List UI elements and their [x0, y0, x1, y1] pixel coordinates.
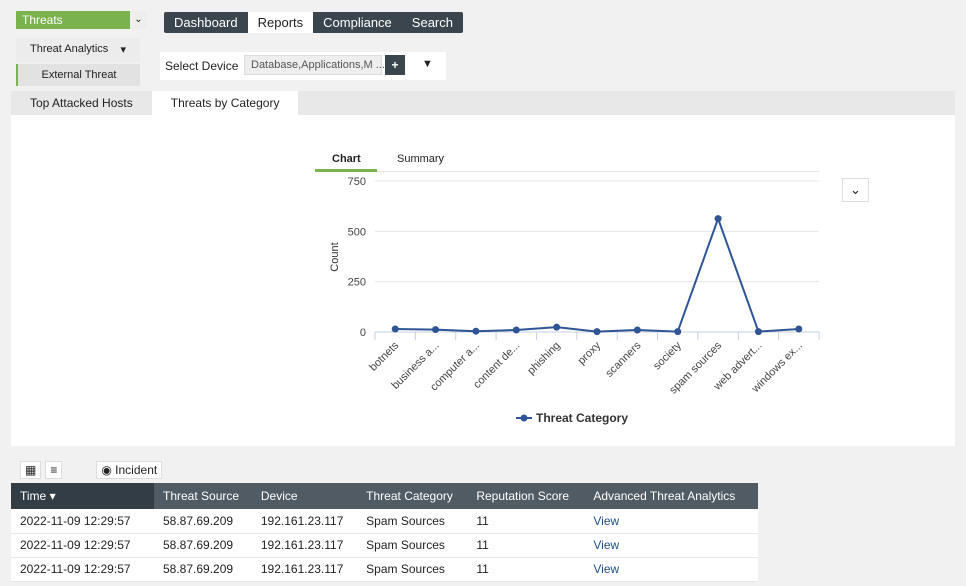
view-link[interactable]: View	[593, 538, 619, 552]
table-cell: Spam Sources	[357, 533, 468, 558]
table-toolbar: ▦ ≡ ◉ Incident	[20, 461, 163, 479]
data-point	[593, 328, 601, 336]
view-link[interactable]: View	[593, 514, 619, 528]
y-axis-label: Count	[329, 242, 341, 271]
y-tick-label: 250	[348, 277, 366, 289]
data-point	[391, 325, 399, 333]
column-header[interactable]: Time ▾	[11, 483, 154, 509]
fingerprint-icon: ◉	[101, 463, 116, 477]
data-point	[674, 328, 682, 336]
table-cell: 2022-11-09 12:29:57	[11, 557, 154, 582]
incident-label: Incident	[115, 463, 158, 477]
table-row: 2022-11-09 12:29:57 58.87.69.209 192.161.2…	[11, 557, 758, 582]
data-point	[714, 215, 722, 223]
sort-desc-icon[interactable]: ▾	[46, 489, 56, 503]
table-cell: 11	[467, 533, 585, 558]
x-tick-label: society	[651, 339, 684, 372]
column-header[interactable]: Threat Category	[357, 483, 468, 509]
y-tick-label: 750	[348, 176, 366, 188]
table-row: 2022-11-09 12:29:57 58.87.69.209 192.161.2…	[11, 509, 758, 534]
data-point	[553, 323, 561, 331]
y-tick-label: 0	[360, 327, 366, 339]
x-tick-label: proxy	[576, 339, 604, 367]
table-cell: 58.87.69.209	[154, 557, 252, 582]
table-cell: 2022-11-09 12:29:57	[11, 509, 154, 534]
table-cell: 11	[467, 509, 585, 534]
x-tick-label: scanners	[603, 339, 643, 379]
data-point	[472, 327, 480, 335]
data-point	[754, 328, 762, 336]
threat-table: Time ▾ Threat Source Device Threat Category…	[11, 483, 758, 582]
table-cell: 192.161.23.117	[251, 509, 358, 534]
data-point	[795, 325, 803, 333]
column-header[interactable]: Reputation Score	[467, 483, 585, 509]
y-tick-label: 500	[348, 226, 366, 238]
line-chart: 0250500750Countbotnetsbusiness a...compu…	[329, 176, 820, 425]
x-tick-label: botnets	[367, 339, 401, 373]
table-cell: 58.87.69.209	[154, 509, 252, 534]
list-view-icon[interactable]: ≡	[45, 461, 63, 479]
legend-marker	[520, 414, 528, 422]
table-cell: 58.87.69.209	[154, 533, 252, 558]
grid-view-icon[interactable]: ▦	[20, 461, 42, 479]
x-tick-label: phishing	[525, 340, 562, 377]
table-cell: 11	[467, 557, 585, 582]
view-link[interactable]: View	[593, 562, 619, 576]
table-cell: Spam Sources	[357, 509, 468, 534]
table-row: 2022-11-09 12:29:57 58.87.69.209 192.161.2…	[11, 533, 758, 558]
legend-label: Threat Category	[536, 411, 628, 425]
table-cell: 192.161.23.117	[251, 533, 358, 558]
table-cell: 2022-11-09 12:29:57	[11, 533, 154, 558]
data-point	[633, 326, 641, 334]
data-point	[512, 326, 520, 334]
table-cell: View	[584, 533, 758, 558]
column-header[interactable]: Device	[251, 483, 358, 509]
column-header[interactable]: Advanced Threat Analytics	[584, 483, 758, 509]
table-cell: View	[584, 557, 758, 582]
column-header[interactable]: Threat Source	[154, 483, 252, 509]
series-line	[395, 215, 799, 333]
table-cell: View	[584, 509, 758, 534]
data-point	[432, 326, 440, 334]
incident-button[interactable]: ◉ Incident	[96, 461, 163, 479]
table-cell: Spam Sources	[357, 557, 468, 582]
table-cell: 192.161.23.117	[251, 557, 358, 582]
